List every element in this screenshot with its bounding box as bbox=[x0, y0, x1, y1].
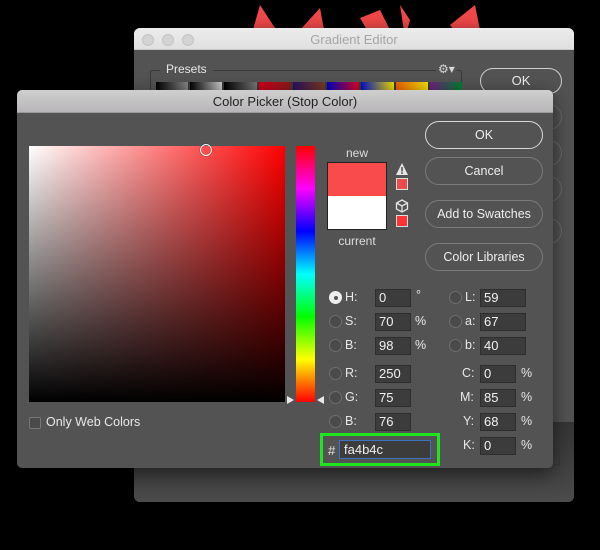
yellow-unit: % bbox=[521, 414, 533, 428]
red-radio[interactable] bbox=[329, 367, 342, 380]
hue-slider-left-arrow-icon[interactable] bbox=[287, 396, 294, 404]
gradient-editor-title: Gradient Editor bbox=[310, 32, 398, 47]
hue-input[interactable]: 0 bbox=[375, 289, 411, 307]
color-field-marker[interactable] bbox=[200, 144, 212, 156]
hue-slider-right-arrow-icon[interactable] bbox=[317, 396, 324, 404]
lab-a-label: a: bbox=[465, 314, 476, 328]
only-web-colors-checkbox[interactable] bbox=[29, 417, 41, 429]
blue-input[interactable]: 76 bbox=[375, 413, 411, 431]
ok-button[interactable]: OK bbox=[425, 121, 543, 149]
current-color-swatch[interactable] bbox=[328, 196, 386, 229]
brightness-label: B: bbox=[345, 338, 357, 352]
black-input[interactable]: 0 bbox=[480, 437, 516, 455]
add-to-swatches-button[interactable]: Add to Swatches bbox=[425, 200, 543, 228]
color-libraries-button[interactable]: Color Libraries bbox=[425, 243, 543, 271]
web-safe-swatch[interactable] bbox=[396, 215, 408, 227]
saturation-brightness-field[interactable] bbox=[29, 146, 285, 402]
lab-a-radio[interactable] bbox=[449, 315, 462, 328]
current-color-label: current bbox=[338, 234, 376, 248]
saturation-label: S: bbox=[345, 314, 357, 328]
lab-l-label: L: bbox=[465, 290, 476, 304]
saturation-radio[interactable] bbox=[329, 315, 342, 328]
presets-label: Presets bbox=[160, 62, 213, 76]
blue-label: B: bbox=[345, 414, 357, 428]
saturation-input[interactable]: 70 bbox=[375, 313, 411, 331]
magenta-unit: % bbox=[521, 390, 533, 404]
magenta-label: M: bbox=[460, 390, 474, 404]
green-radio[interactable] bbox=[329, 391, 342, 404]
lab-a-input[interactable]: 67 bbox=[480, 313, 526, 331]
lab-b-label: b: bbox=[465, 338, 476, 352]
yellow-label: Y: bbox=[463, 414, 475, 428]
green-label: G: bbox=[345, 390, 359, 404]
lab-l-input[interactable]: 59 bbox=[480, 289, 526, 307]
new-color-label: new bbox=[345, 146, 368, 160]
brightness-unit: % bbox=[415, 338, 427, 352]
red-input[interactable]: 250 bbox=[375, 365, 411, 383]
saturation-unit: % bbox=[415, 314, 427, 328]
color-picker-title: Color Picker (Stop Color) bbox=[212, 94, 358, 109]
brightness-radio[interactable] bbox=[329, 339, 342, 352]
lab-b-radio[interactable] bbox=[449, 339, 462, 352]
black-unit: % bbox=[521, 438, 533, 452]
cancel-button[interactable]: Cancel bbox=[425, 157, 543, 185]
new-color-swatch bbox=[328, 163, 386, 196]
black-label: K: bbox=[463, 438, 475, 452]
hex-input[interactable]: fa4b4c bbox=[339, 440, 431, 459]
cyan-unit: % bbox=[521, 366, 533, 380]
color-compare-swatch bbox=[327, 162, 387, 230]
hue-radio[interactable] bbox=[329, 291, 342, 304]
hue-label: H: bbox=[345, 290, 358, 304]
hex-hash-label: # bbox=[328, 443, 336, 458]
gear-icon[interactable]: ⚙▾ bbox=[436, 62, 457, 76]
green-input[interactable]: 75 bbox=[375, 389, 411, 407]
cyan-label: C: bbox=[462, 366, 475, 380]
web-safe-cube-icon[interactable] bbox=[395, 199, 409, 213]
gradient-editor-titlebar: Gradient Editor bbox=[134, 28, 574, 50]
hue-slider[interactable] bbox=[296, 146, 315, 402]
color-picker-titlebar: Color Picker (Stop Color) bbox=[17, 90, 553, 113]
cyan-input[interactable]: 0 bbox=[480, 365, 516, 383]
blue-radio[interactable] bbox=[329, 415, 342, 428]
lab-l-radio[interactable] bbox=[449, 291, 462, 304]
red-label: R: bbox=[345, 366, 358, 380]
gamut-correction-swatch[interactable] bbox=[396, 178, 408, 190]
yellow-input[interactable]: 68 bbox=[480, 413, 516, 431]
out-of-gamut-warning-icon[interactable] bbox=[395, 162, 409, 176]
brightness-input[interactable]: 98 bbox=[375, 337, 411, 355]
color-picker-window: Color Picker (Stop Color) new current OK… bbox=[17, 90, 553, 468]
hue-unit: ° bbox=[416, 288, 421, 302]
lab-b-input[interactable]: 40 bbox=[480, 337, 526, 355]
only-web-colors-label[interactable]: Only Web Colors bbox=[46, 415, 140, 429]
magenta-input[interactable]: 85 bbox=[480, 389, 516, 407]
